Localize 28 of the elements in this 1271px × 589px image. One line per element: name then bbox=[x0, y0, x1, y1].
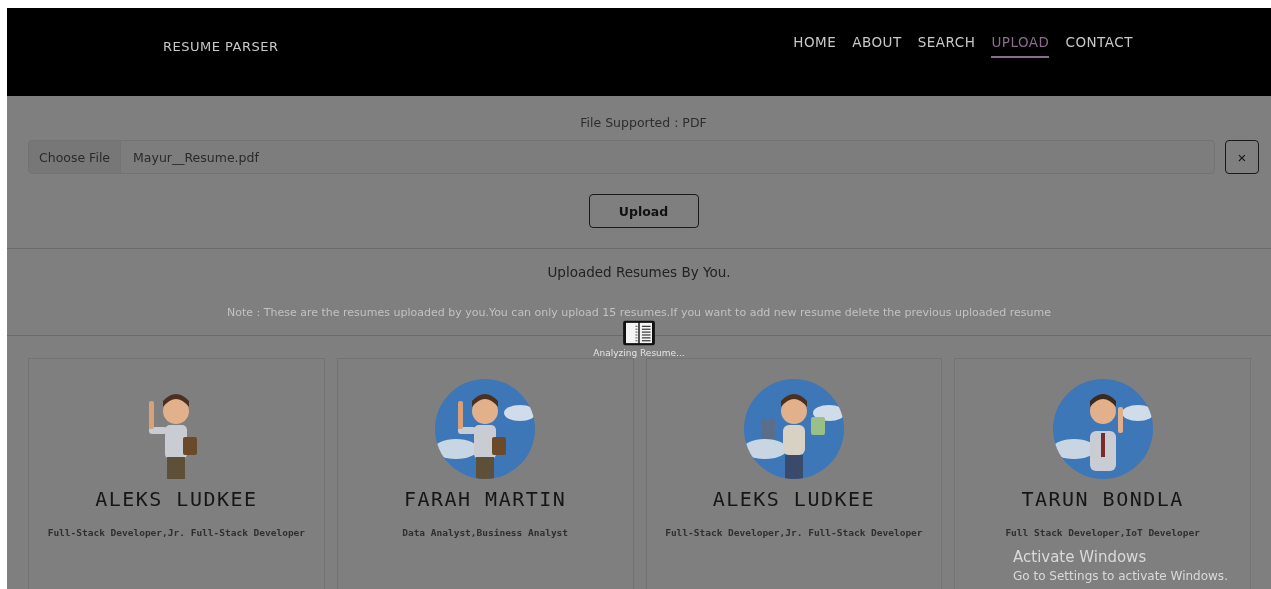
loading-text: Analyzing Resume... bbox=[593, 348, 685, 358]
nav-link[interactable]: HOME bbox=[793, 34, 837, 58]
note-text: Note : These are the resumes uploaded by you.You can only upload 15 resumes.If you want to add new resume delete the previous uploaded resume bbox=[227, 306, 1051, 319]
activation-text: Go to Settings to activate Windows. bbox=[1013, 569, 1228, 583]
candidate-roles: Full-Stack Developer,Jr. Full-Stack Developer bbox=[47, 527, 306, 538]
upload-button[interactable]: Upload bbox=[588, 194, 699, 228]
candidate-name: FARAH MARTIN bbox=[403, 487, 567, 511]
resume-card[interactable]: FARAH MARTIN Data Analyst,Business Analyst bbox=[336, 358, 634, 589]
section-title: Uploaded Resumes By You. bbox=[547, 264, 731, 280]
nav-link[interactable]: SEARCH bbox=[917, 34, 976, 58]
resume-card[interactable]: ALEKS LUDKEE Full-Stack Developer,Jr. Full-Stack Developer bbox=[28, 358, 325, 589]
candidate-name: ALEKS LUDKEE bbox=[712, 487, 876, 511]
file-input[interactable]: Choose File Mayur__Resume.pdf bbox=[28, 140, 1215, 174]
candidate-roles: Data Analyst,Business Analyst bbox=[402, 527, 569, 538]
brand-name: RESUME PARSER bbox=[163, 39, 279, 54]
resume-card[interactable]: ALEKS LUDKEE Full-Stack Developer,Jr. Full-Stack Developer bbox=[645, 358, 943, 589]
nav-link[interactable]: UPLOAD bbox=[991, 34, 1050, 58]
supported-format-text: File Supported : PDF bbox=[580, 115, 707, 130]
clear-button[interactable]: × bbox=[1225, 140, 1259, 174]
candidate-name: ALEKS LUDKEE bbox=[95, 487, 258, 511]
file-name: Mayur__Resume.pdf bbox=[132, 149, 259, 165]
choose-file-button[interactable]: Choose File bbox=[29, 141, 122, 173]
candidate-roles: Full Stack Developer,IoT Developer bbox=[1005, 527, 1200, 538]
candidate-name: TARUN BONDLA bbox=[1021, 487, 1184, 511]
nav-link[interactable]: CONTACT bbox=[1065, 34, 1133, 58]
candidate-roles: Full-Stack Developer,Jr. Full-Stack Developer bbox=[665, 527, 923, 538]
nav-link[interactable]: ABOUT bbox=[852, 34, 902, 58]
activation-title: Activate Windows bbox=[1013, 548, 1147, 566]
